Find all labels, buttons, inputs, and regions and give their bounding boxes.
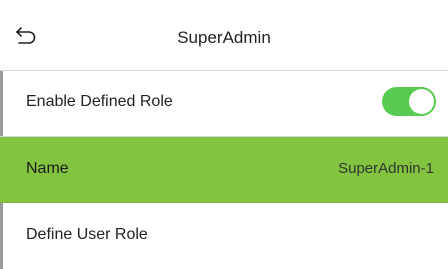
- device-screen: SuperAdmin Enable Defined Role Name Supe…: [0, 0, 448, 269]
- toggle-knob: [409, 89, 434, 114]
- define-user-role-row[interactable]: Define User Role: [0, 203, 448, 269]
- name-row[interactable]: Name SuperAdmin-1: [0, 137, 448, 203]
- header-bar: SuperAdmin: [0, 0, 448, 71]
- page-title: SuperAdmin: [177, 28, 271, 47]
- enable-defined-role-label: Enable Defined Role: [26, 93, 173, 110]
- name-value: SuperAdmin-1: [338, 160, 434, 177]
- name-label: Name: [26, 160, 69, 177]
- enable-defined-role-toggle[interactable]: [382, 87, 436, 116]
- enable-defined-role-row[interactable]: Enable Defined Role: [0, 70, 448, 137]
- define-user-role-label: Define User Role: [26, 226, 148, 243]
